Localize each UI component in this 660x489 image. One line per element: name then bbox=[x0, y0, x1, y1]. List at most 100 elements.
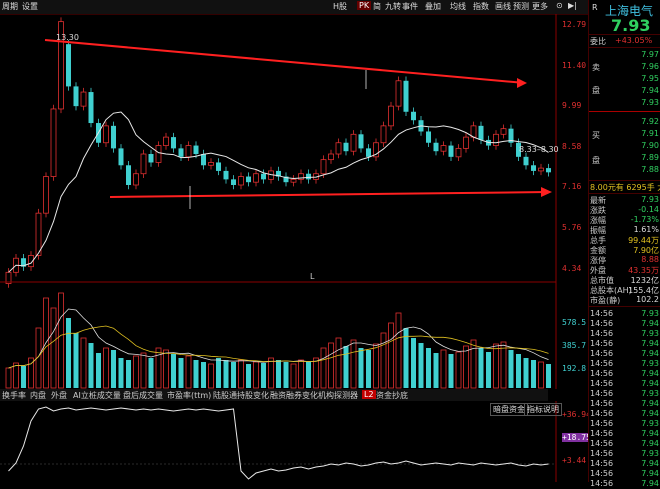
volume-bar bbox=[523, 358, 529, 388]
tab-margin[interactable]: 融资融券变化 bbox=[270, 390, 318, 401]
quote-stat: 99.44万 总手 bbox=[590, 236, 659, 245]
candle-body bbox=[118, 148, 124, 166]
candle-body bbox=[208, 162, 214, 166]
volume-bar bbox=[493, 343, 499, 389]
candle-body bbox=[80, 91, 87, 107]
index-button[interactable]: 指数 bbox=[473, 1, 489, 12]
volume-bar bbox=[201, 362, 206, 388]
volume-bar bbox=[411, 338, 416, 388]
price-tick: 9.99 bbox=[562, 101, 582, 110]
volume-bar bbox=[418, 343, 424, 388]
volume-bar bbox=[80, 337, 87, 389]
candle-body bbox=[201, 154, 206, 166]
candle-body bbox=[148, 154, 154, 163]
volume-tick: 192.8 bbox=[562, 364, 587, 373]
overlay-button[interactable]: 叠加 bbox=[425, 1, 441, 12]
trendline-upper bbox=[44, 39, 526, 84]
event-button[interactable]: 事件 bbox=[402, 1, 418, 12]
indicator-tick-current: +18.75 bbox=[562, 433, 591, 442]
candle-body bbox=[380, 125, 387, 144]
candle-body bbox=[531, 165, 536, 171]
indicator-tick: +3.44 bbox=[562, 456, 587, 465]
tab-turnover[interactable]: 换手率 bbox=[2, 390, 26, 401]
volume-bar bbox=[486, 352, 491, 388]
volume-bar bbox=[283, 362, 289, 388]
candle-body bbox=[366, 148, 371, 157]
volume-bar bbox=[208, 363, 214, 389]
ma-button[interactable]: 均线 bbox=[450, 1, 466, 12]
tab-outer-disc[interactable]: 外盘 bbox=[51, 390, 67, 401]
price-tick: 7.16 bbox=[562, 182, 582, 191]
quote-stat: 155.4亿 总股本(AH) bbox=[590, 286, 659, 295]
volume-bar bbox=[500, 341, 507, 389]
tab-pe-ttm[interactable]: 市盈率(ttm) bbox=[167, 390, 211, 401]
draw-line-button[interactable]: 画线 bbox=[495, 1, 511, 12]
volume-bar bbox=[470, 339, 477, 389]
pk-button[interactable]: PK bbox=[357, 1, 372, 10]
simple-button[interactable]: 简 bbox=[373, 1, 381, 12]
period-button[interactable]: 周期 bbox=[2, 1, 18, 12]
candle-body bbox=[388, 105, 394, 127]
volume-tick: 385.7 bbox=[562, 341, 587, 350]
volume-bar bbox=[320, 347, 327, 389]
settings-button[interactable]: 设置 bbox=[22, 1, 38, 12]
volume-bar bbox=[440, 349, 447, 389]
candle-body bbox=[328, 153, 334, 161]
tick-row: 7.94 14:56 bbox=[590, 369, 659, 378]
tick-row: 7.94 14:56 bbox=[590, 319, 659, 328]
candle-body bbox=[88, 92, 94, 124]
arrow-right-icon[interactable]: ▶| bbox=[568, 1, 577, 10]
candle-body bbox=[216, 162, 221, 171]
hshare-button[interactable]: H股 bbox=[333, 1, 347, 12]
candle-body bbox=[155, 145, 162, 163]
more-button[interactable]: 更多 bbox=[532, 1, 548, 12]
tick-row: 7.94 14:56 bbox=[590, 379, 659, 388]
candle-body bbox=[140, 153, 147, 175]
candle-body bbox=[463, 136, 469, 149]
ask-level: 7.94 bbox=[641, 86, 659, 95]
tab-ai-volume[interactable]: AI立桩成交量 bbox=[73, 390, 121, 401]
tab-northbound[interactable]: 陆股通持股变化 bbox=[213, 390, 269, 401]
volume-bar bbox=[111, 350, 116, 388]
candle-body bbox=[223, 170, 229, 180]
volume-bar bbox=[463, 345, 469, 389]
candle-body bbox=[500, 128, 507, 135]
price-tick: 5.76 bbox=[562, 223, 582, 232]
tab-inner-disc[interactable]: 内盘 bbox=[30, 390, 46, 401]
candle-body bbox=[343, 142, 349, 152]
candle-body bbox=[426, 131, 431, 143]
quote-stat: 7.90亿 金额 bbox=[590, 246, 659, 255]
volume-bar bbox=[395, 312, 402, 389]
bid-level: 7.92 bbox=[641, 117, 659, 126]
candle-body bbox=[335, 142, 342, 155]
price-tick: 12.79 bbox=[562, 20, 587, 29]
volume-bar bbox=[231, 362, 236, 388]
trendline-lower bbox=[109, 191, 549, 198]
tab-institution[interactable]: 机构探测器 bbox=[318, 390, 358, 401]
tab-bottom-fishing[interactable]: 资金抄底 bbox=[376, 390, 408, 401]
candle-body bbox=[440, 145, 447, 152]
main-kline-chart[interactable] bbox=[0, 14, 588, 389]
volume-bar bbox=[21, 366, 26, 388]
volume-bar bbox=[246, 364, 251, 388]
tab-afterhours-volume[interactable]: 盘后成交量 bbox=[123, 390, 163, 401]
candle-body bbox=[538, 167, 544, 172]
candle-body bbox=[290, 178, 297, 183]
tick-row: 7.93 14:56 bbox=[590, 419, 659, 428]
indicator-tabbar: 换手率 内盘 外盘 AI立桩成交量 盘后成交量 市盈率(ttm) 陆股通持股变化… bbox=[0, 389, 548, 401]
candle-body bbox=[261, 173, 266, 180]
candle-body bbox=[411, 111, 416, 121]
volume-bar bbox=[193, 360, 199, 388]
volume-bar bbox=[350, 339, 357, 389]
tick-row: 7.93 14:56 bbox=[590, 329, 659, 338]
indicator-help-button[interactable]: 指标说明 bbox=[524, 403, 562, 416]
forecast-button[interactable]: 预测 bbox=[513, 1, 529, 12]
dark-fund-button[interactable]: 暗盘资金 bbox=[490, 403, 528, 416]
jiuzhuan-button[interactable]: 九转 bbox=[385, 1, 401, 12]
indicator-line bbox=[8, 406, 549, 480]
volume-bars bbox=[5, 292, 551, 389]
tick-row: 7.94 14:56 bbox=[590, 469, 659, 478]
big-order-text: 8.00元有 6295手 大 bbox=[590, 183, 660, 192]
dot-icon[interactable]: ⊙ bbox=[556, 1, 563, 10]
volume-bar bbox=[516, 354, 521, 388]
